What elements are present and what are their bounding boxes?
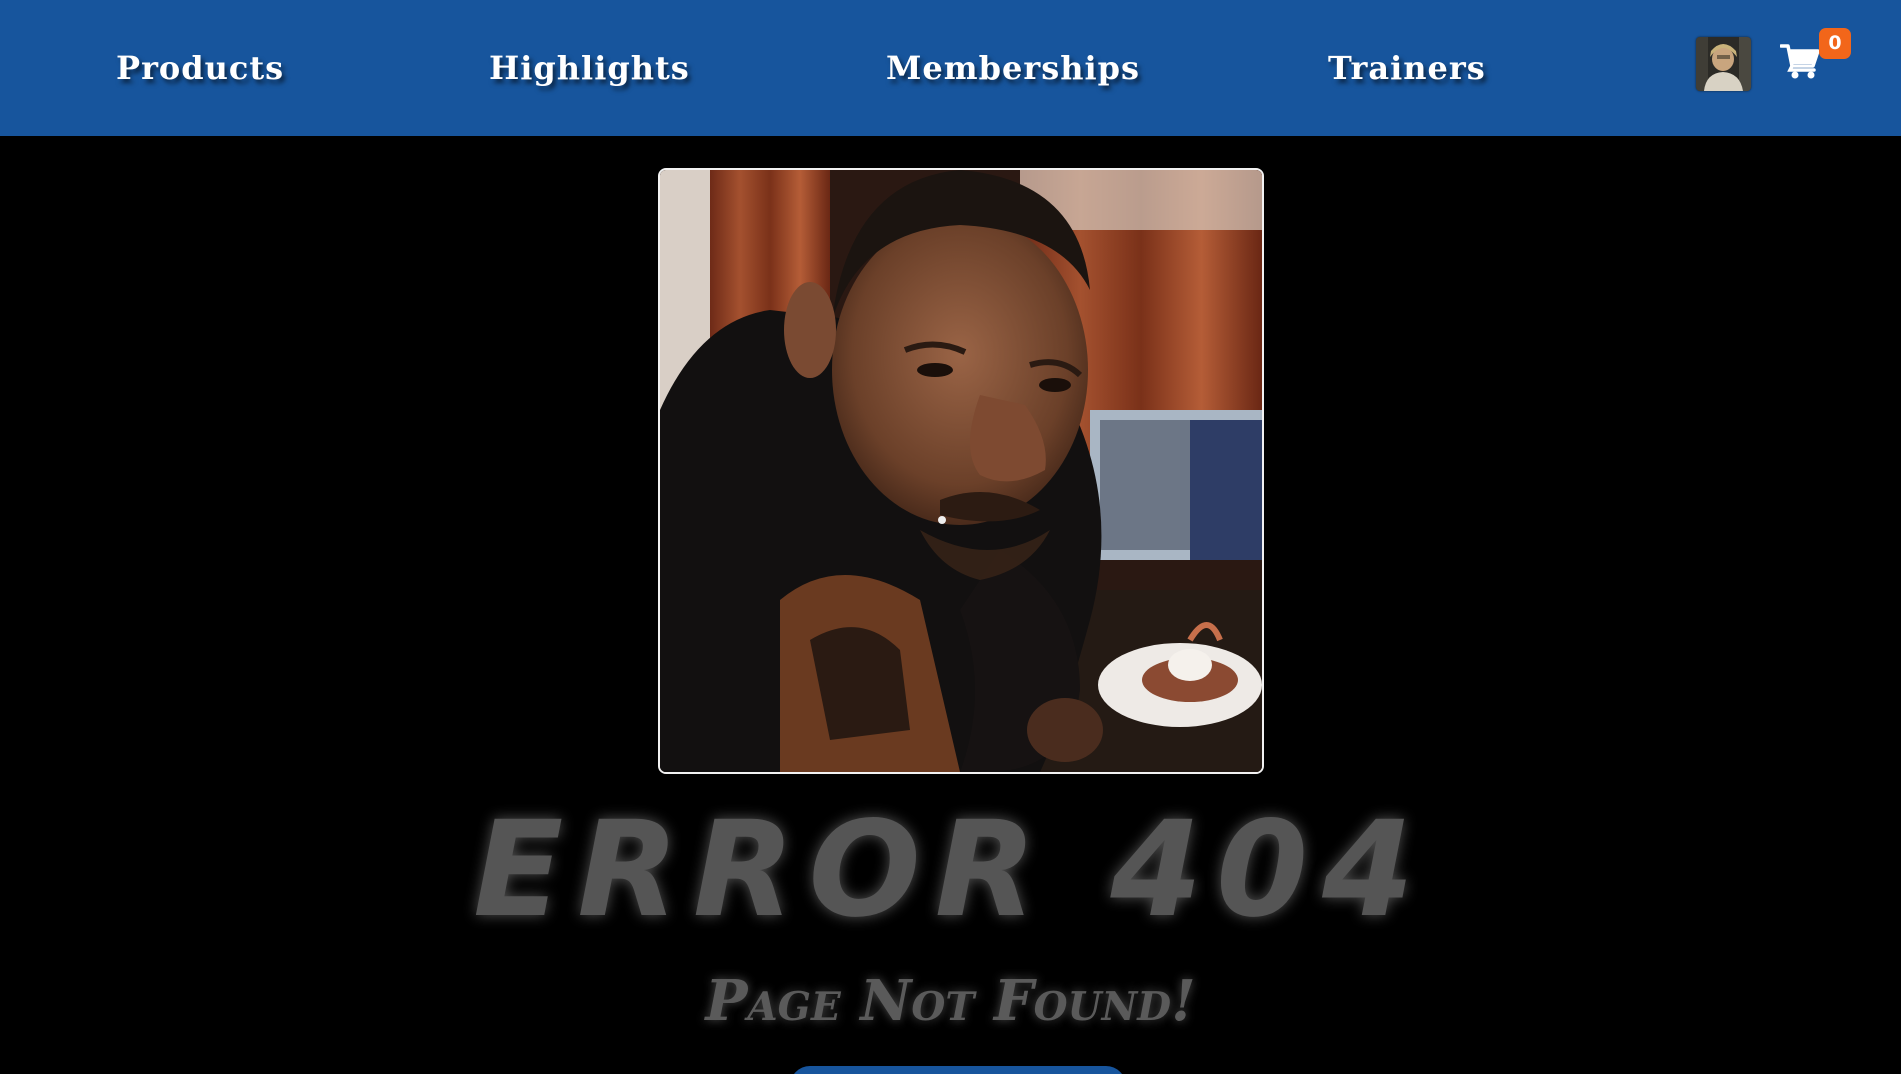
nav-link-products[interactable]: Products xyxy=(116,46,284,90)
error-title: ERROR 404 xyxy=(473,793,1428,947)
shopping-cart-icon[interactable] xyxy=(1779,42,1820,80)
page-root: Products Highlights Memberships Trainers xyxy=(0,0,1901,1074)
nav-link-memberships[interactable]: Memberships xyxy=(886,46,1140,90)
nav-link-trainers[interactable]: Trainers xyxy=(1328,46,1486,90)
error-photo xyxy=(658,168,1264,774)
user-avatar[interactable] xyxy=(1696,37,1751,91)
top-navbar: Products Highlights Memberships Trainers xyxy=(0,0,1901,136)
error-subtitle: Page Not Found! xyxy=(705,968,1196,1034)
nav-link-highlights[interactable]: Highlights xyxy=(489,46,690,90)
back-home-button[interactable] xyxy=(790,1066,1126,1074)
avatar-image xyxy=(1696,37,1751,91)
cart-count-badge: 0 xyxy=(1819,28,1851,59)
